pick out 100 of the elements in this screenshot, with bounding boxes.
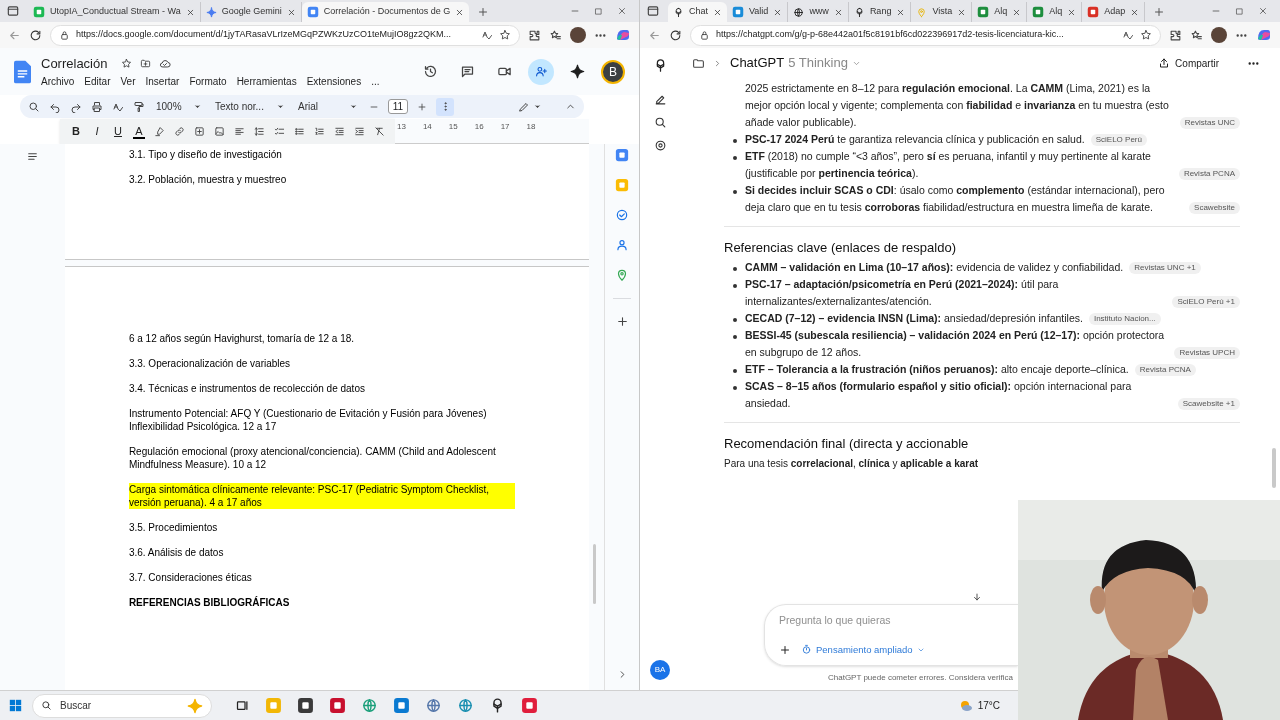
window-icon[interactable] — [646, 4, 660, 18]
image-icon[interactable] — [214, 126, 225, 137]
add-icon[interactable] — [779, 643, 791, 656]
star-icon[interactable] — [121, 58, 133, 69]
new-chat-icon[interactable] — [653, 93, 667, 106]
close-icon[interactable] — [773, 7, 783, 17]
line-spacing-icon[interactable] — [254, 126, 265, 137]
model-selector[interactable]: ChatGPT 5 Thinking — [730, 53, 861, 73]
style-dropdown[interactable]: Texto nor... — [213, 99, 287, 114]
scrollbar-thumb[interactable] — [1272, 448, 1276, 488]
close-icon[interactable] — [1130, 7, 1140, 17]
numbered-list-icon[interactable] — [314, 126, 325, 137]
menu-item[interactable]: Herramientas — [236, 74, 297, 90]
source-chip[interactable]: Revista PCNA — [1178, 168, 1240, 180]
print-icon[interactable] — [91, 100, 103, 113]
task-view-icon[interactable] — [235, 698, 250, 713]
weather-widget[interactable]: 17°C — [957, 697, 1000, 714]
search-field[interactable]: Buscar — [32, 693, 212, 718]
source-chip[interactable]: Scawebsite — [1189, 202, 1240, 214]
search-icon[interactable] — [28, 100, 40, 113]
source-chip[interactable]: SciELO Perú — [1090, 134, 1147, 146]
tasks-icon[interactable] — [615, 208, 629, 222]
link-icon[interactable] — [174, 126, 185, 137]
add-comment-icon[interactable] — [194, 126, 205, 137]
address-bar[interactable]: https://chatgpt.com/g/g-p-68e442a01f5c8191bf6cd022396917d2-tesis-licenciatura-kic... — [690, 24, 1161, 46]
lock-icon[interactable] — [59, 29, 70, 41]
maps-icon[interactable] — [615, 268, 629, 282]
sparkle-icon[interactable] — [570, 64, 585, 79]
start-icon[interactable] — [9, 699, 22, 712]
favorites-icon[interactable] — [549, 28, 562, 42]
share-button[interactable]: Compartir — [1158, 55, 1219, 71]
reload-icon[interactable] — [669, 28, 682, 42]
close-icon[interactable] — [1012, 7, 1022, 17]
increase-size-icon[interactable] — [417, 101, 427, 112]
menu-item[interactable]: Editar — [84, 74, 111, 90]
docs-logo-icon[interactable] — [14, 59, 31, 84]
folder-icon[interactable] — [692, 56, 705, 70]
star-icon[interactable] — [499, 29, 511, 41]
browser-tab[interactable]: Correlación - Documentos de G — [301, 2, 470, 22]
pencil-icon[interactable] — [518, 100, 530, 113]
extensions-icon[interactable] — [528, 28, 541, 42]
new-tab-icon[interactable] — [477, 6, 490, 18]
close-icon[interactable] — [1067, 7, 1077, 17]
source-chip[interactable]: Scawebsite +1 — [1177, 398, 1240, 410]
profile-avatar[interactable] — [1211, 27, 1227, 43]
thinking-mode-button[interactable]: Pensamiento ampliado — [801, 642, 925, 657]
font-dropdown[interactable]: Arial — [296, 99, 360, 114]
more-options-button[interactable] — [436, 97, 454, 116]
comment-icon[interactable] — [460, 64, 475, 79]
bullet-list-icon[interactable] — [294, 126, 305, 137]
read-aloud-icon[interactable] — [1122, 29, 1134, 41]
checklist-icon[interactable] — [274, 126, 285, 137]
menu-item[interactable]: Insertar — [145, 74, 180, 90]
close-icon[interactable] — [896, 7, 906, 17]
search-icon[interactable] — [653, 116, 667, 129]
extensions-icon[interactable] — [1169, 28, 1182, 42]
profile-avatar[interactable] — [570, 27, 586, 43]
source-chip[interactable]: Revista PCNA — [1134, 364, 1196, 376]
window-icon[interactable] — [6, 4, 20, 18]
favorites-icon[interactable] — [1190, 28, 1203, 42]
lock-icon[interactable] — [699, 29, 710, 41]
paint-format-icon[interactable] — [133, 100, 145, 113]
source-chip[interactable]: Revistas UNC +1 — [1129, 262, 1201, 274]
close-icon[interactable] — [1258, 6, 1268, 16]
user-avatar[interactable]: BA — [650, 660, 670, 680]
address-bar[interactable]: https://docs.google.com/document/d/1jyTARasaVLrIzeMGqPZWKzUzCO1teMujIO8gz2QKM... — [50, 24, 520, 46]
globe-app-icon[interactable] — [457, 697, 474, 714]
format-button[interactable]: A — [133, 124, 145, 139]
scroll-down-button[interactable] — [971, 591, 983, 603]
menu-item[interactable]: ... — [371, 74, 380, 90]
highlighter-icon[interactable] — [154, 126, 165, 137]
caret-icon[interactable] — [533, 102, 542, 111]
share-button[interactable] — [528, 58, 554, 85]
zoom-dropdown[interactable]: 100% — [154, 99, 204, 114]
outdent-icon[interactable] — [334, 126, 345, 137]
maximize-icon[interactable] — [1235, 7, 1244, 16]
close-icon[interactable] — [713, 7, 722, 17]
source-chip[interactable]: Instituto Nacion... — [1088, 313, 1161, 325]
history-icon[interactable] — [423, 64, 438, 79]
browser-tab[interactable]: Chat — [668, 2, 727, 22]
globe-app-icon[interactable] — [361, 697, 378, 714]
globe-app-icon[interactable] — [425, 697, 442, 714]
scrollbar-thumb[interactable] — [593, 544, 597, 604]
close-icon[interactable] — [617, 6, 627, 16]
menu-item[interactable]: Archivo — [41, 74, 75, 90]
cloud-check-icon[interactable] — [159, 57, 172, 70]
reload-icon[interactable] — [29, 28, 42, 42]
close-icon[interactable] — [833, 7, 843, 17]
close-icon[interactable] — [957, 7, 967, 17]
contacts-icon[interactable] — [615, 238, 629, 252]
outline-icon[interactable] — [25, 150, 39, 163]
new-tab-icon[interactable] — [1153, 6, 1166, 18]
move-folder-icon[interactable] — [140, 58, 152, 69]
star-icon[interactable] — [1140, 29, 1152, 41]
menu-item[interactable]: Extensiones — [306, 74, 362, 90]
maximize-icon[interactable] — [594, 7, 603, 16]
clear-format-icon[interactable] — [374, 126, 385, 137]
format-button[interactable]: U — [112, 123, 124, 140]
format-button[interactable]: B — [70, 123, 82, 140]
account-avatar[interactable]: B — [601, 59, 625, 84]
